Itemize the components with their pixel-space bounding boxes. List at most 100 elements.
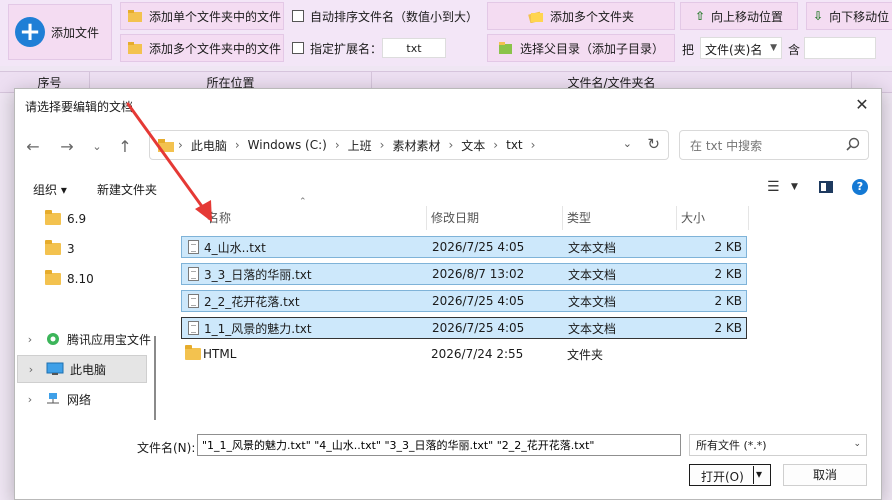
col-modified-header[interactable]: 修改日期 (427, 206, 563, 230)
contain-input[interactable] (804, 37, 876, 59)
file-modified: 2026/8/7 13:02 (432, 267, 525, 281)
col-type-header[interactable]: 类型 (563, 206, 677, 230)
organize-menu[interactable]: 组织 ▾ (33, 181, 67, 198)
help-icon[interactable]: ? (852, 179, 868, 195)
folder-icon (158, 138, 174, 152)
file-type: 文本文档 (568, 240, 617, 255)
text-document-icon (188, 267, 199, 281)
folder-name: HTML (203, 347, 237, 361)
col-size-header[interactable]: 大小 (677, 206, 749, 230)
add-single-folder-files-button[interactable]: 添加单个文件夹中的文件 (120, 2, 284, 30)
file-type: 文本文档 (568, 267, 617, 282)
specify-ext-checkbox[interactable]: 指定扩展名： (286, 34, 390, 62)
dialog-title: 请选择要编辑的文档 (25, 100, 134, 114)
preview-pane-icon[interactable] (819, 181, 833, 193)
folder-modified: 2026/7/24 2:55 (431, 347, 524, 361)
breadcrumb-windows-c[interactable]: Windows (C:) (244, 138, 331, 152)
search-box[interactable] (679, 130, 869, 160)
folder-type: 文件夹 (567, 347, 604, 362)
file-row[interactable]: 1_1_风景的魅力.txt 2026/7/25 4:05 文本文档 2 KB (181, 317, 747, 339)
open-dropdown-icon[interactable]: ▾ (756, 467, 762, 481)
chevron-right-icon[interactable]: › (24, 363, 38, 376)
nav-folder-3[interactable]: 3 (45, 235, 145, 263)
nav-tencent-label: 腾讯应用宝文件 (67, 332, 152, 347)
breadcrumb-this-pc[interactable]: 此电脑 (187, 137, 231, 154)
filename-label: 文件名(N): (137, 441, 196, 455)
view-list-icon[interactable]: ☰ (767, 179, 780, 195)
move-down-button[interactable]: ⇩ 向下移动位 (806, 2, 892, 30)
folder-add-icon (128, 10, 142, 22)
chevron-down-icon[interactable]: ▼ (791, 182, 798, 192)
plus-icon: + (15, 17, 45, 47)
address-dropdown-icon[interactable]: ⌄ (623, 137, 632, 150)
chevron-right-icon[interactable]: › (23, 333, 37, 346)
checkbox-box[interactable] (292, 42, 304, 54)
search-input[interactable] (688, 137, 842, 155)
nav-scrollbar[interactable] (154, 336, 156, 420)
file-list-header: 名称 修改日期 类型 大小 (163, 206, 881, 230)
forward-arrow-icon[interactable]: → (57, 137, 77, 156)
file-size: 2 KB (714, 240, 742, 254)
close-icon[interactable]: ✕ (851, 95, 873, 115)
add-multi-folders-button[interactable]: 添加多个文件夹 (487, 2, 675, 30)
add-file-button[interactable]: + 添加文件 (8, 4, 112, 60)
specify-ext-label: 指定扩展名： (310, 41, 383, 56)
open-button[interactable]: 打开(O) ▾ (689, 464, 771, 486)
nav-folder-6-9[interactable]: 6.9 (45, 205, 145, 233)
refresh-icon[interactable]: ↻ (647, 135, 660, 153)
file-row[interactable]: 3_3_日落的华丽.txt 2026/8/7 13:02 文本文档 2 KB (181, 263, 747, 285)
add-multi-folder-files-label: 添加多个文件夹中的文件 (149, 41, 282, 56)
up-arrow-icon[interactable]: ↑ (115, 137, 135, 156)
checkbox-box[interactable] (292, 10, 304, 22)
col-name-header[interactable]: 名称 (163, 206, 427, 230)
folder-icon (45, 240, 61, 255)
filename-input[interactable] (197, 434, 681, 456)
select-parent-dir-button[interactable]: 选择父目录（添加子目录） (487, 34, 675, 62)
file-row[interactable]: 2_2_花开花落.txt 2026/7/25 4:05 文本文档 2 KB (181, 290, 747, 312)
arrow-up-icon: ⇧ (694, 9, 706, 23)
network-icon (47, 393, 59, 404)
file-size: 2 KB (714, 321, 742, 335)
file-type: 文本文档 (568, 294, 617, 309)
add-multi-folder-files-button[interactable]: 添加多个文件夹中的文件 (120, 34, 284, 62)
folder-tree-icon (498, 42, 512, 54)
move-up-button[interactable]: ⇧ 向上移动位置 (680, 2, 798, 30)
cancel-button[interactable]: 取消 (783, 464, 867, 486)
nav-folder-label: 3 (67, 242, 75, 256)
breadcrumb-shangban[interactable]: 上班 (344, 137, 376, 154)
file-name: 1_1_风景的魅力.txt (204, 321, 312, 336)
file-row[interactable]: 4_山水..txt 2026/7/25 4:05 文本文档 2 KB (181, 236, 747, 258)
file-name: 2_2_花开花落.txt (204, 294, 300, 309)
navigation-pane: 6.9 3 8.10 › 腾讯应用宝文件 › 此电脑 › 网络 (15, 201, 161, 425)
app-toolbar: + 添加文件 添加单个文件夹中的文件 添加多个文件夹中的文件 自动排序文件名（数… (0, 0, 892, 66)
file-modified: 2026/7/25 4:05 (432, 321, 525, 335)
recent-chevron-icon[interactable]: ⌄ (87, 140, 107, 153)
file-type: 文本文档 (568, 321, 617, 336)
chevron-right-icon[interactable]: › (23, 393, 37, 406)
filetype-value: 所有文件 (*.*) (696, 439, 767, 452)
new-folder-button[interactable]: 新建文件夹 (97, 181, 157, 198)
nav-network[interactable]: › 网络 (23, 385, 153, 413)
put-select[interactable]: 文件(夹)名 ▼ (700, 37, 782, 59)
add-multi-folders-label: 添加多个文件夹 (549, 9, 634, 24)
nav-folder-label: 8.10 (67, 272, 94, 286)
breadcrumb-wenben[interactable]: 文本 (457, 137, 489, 154)
search-icon[interactable] (846, 137, 860, 151)
back-arrow-icon[interactable]: ← (23, 137, 43, 156)
auto-sort-checkbox[interactable]: 自动排序文件名（数值小到大） (286, 2, 482, 30)
nav-this-pc[interactable]: › 此电脑 (17, 355, 147, 383)
filetype-select[interactable]: 所有文件 (*.*) ⌄ (689, 434, 867, 456)
crumb-separator: › (493, 138, 499, 152)
breadcrumb-txt[interactable]: txt (502, 138, 527, 152)
crumb-separator: › (234, 138, 240, 152)
address-bar[interactable]: › 此电脑 › Windows (C:) › 上班 › 素材素材 › 文本 › … (149, 130, 669, 160)
add-file-label: 添加文件 (51, 25, 100, 40)
file-name: 4_山水..txt (204, 240, 266, 255)
add-single-folder-files-label: 添加单个文件夹中的文件 (149, 9, 282, 24)
ext-input[interactable]: txt (382, 38, 446, 58)
folder-row[interactable]: HTML 2026/7/24 2:55 文件夹 (181, 343, 747, 365)
folder-icon (45, 210, 61, 225)
nav-tencent[interactable]: › 腾讯应用宝文件 (23, 325, 153, 353)
breadcrumb-sucai[interactable]: 素材素材 (388, 137, 444, 154)
nav-folder-8-10[interactable]: 8.10 (45, 265, 145, 293)
